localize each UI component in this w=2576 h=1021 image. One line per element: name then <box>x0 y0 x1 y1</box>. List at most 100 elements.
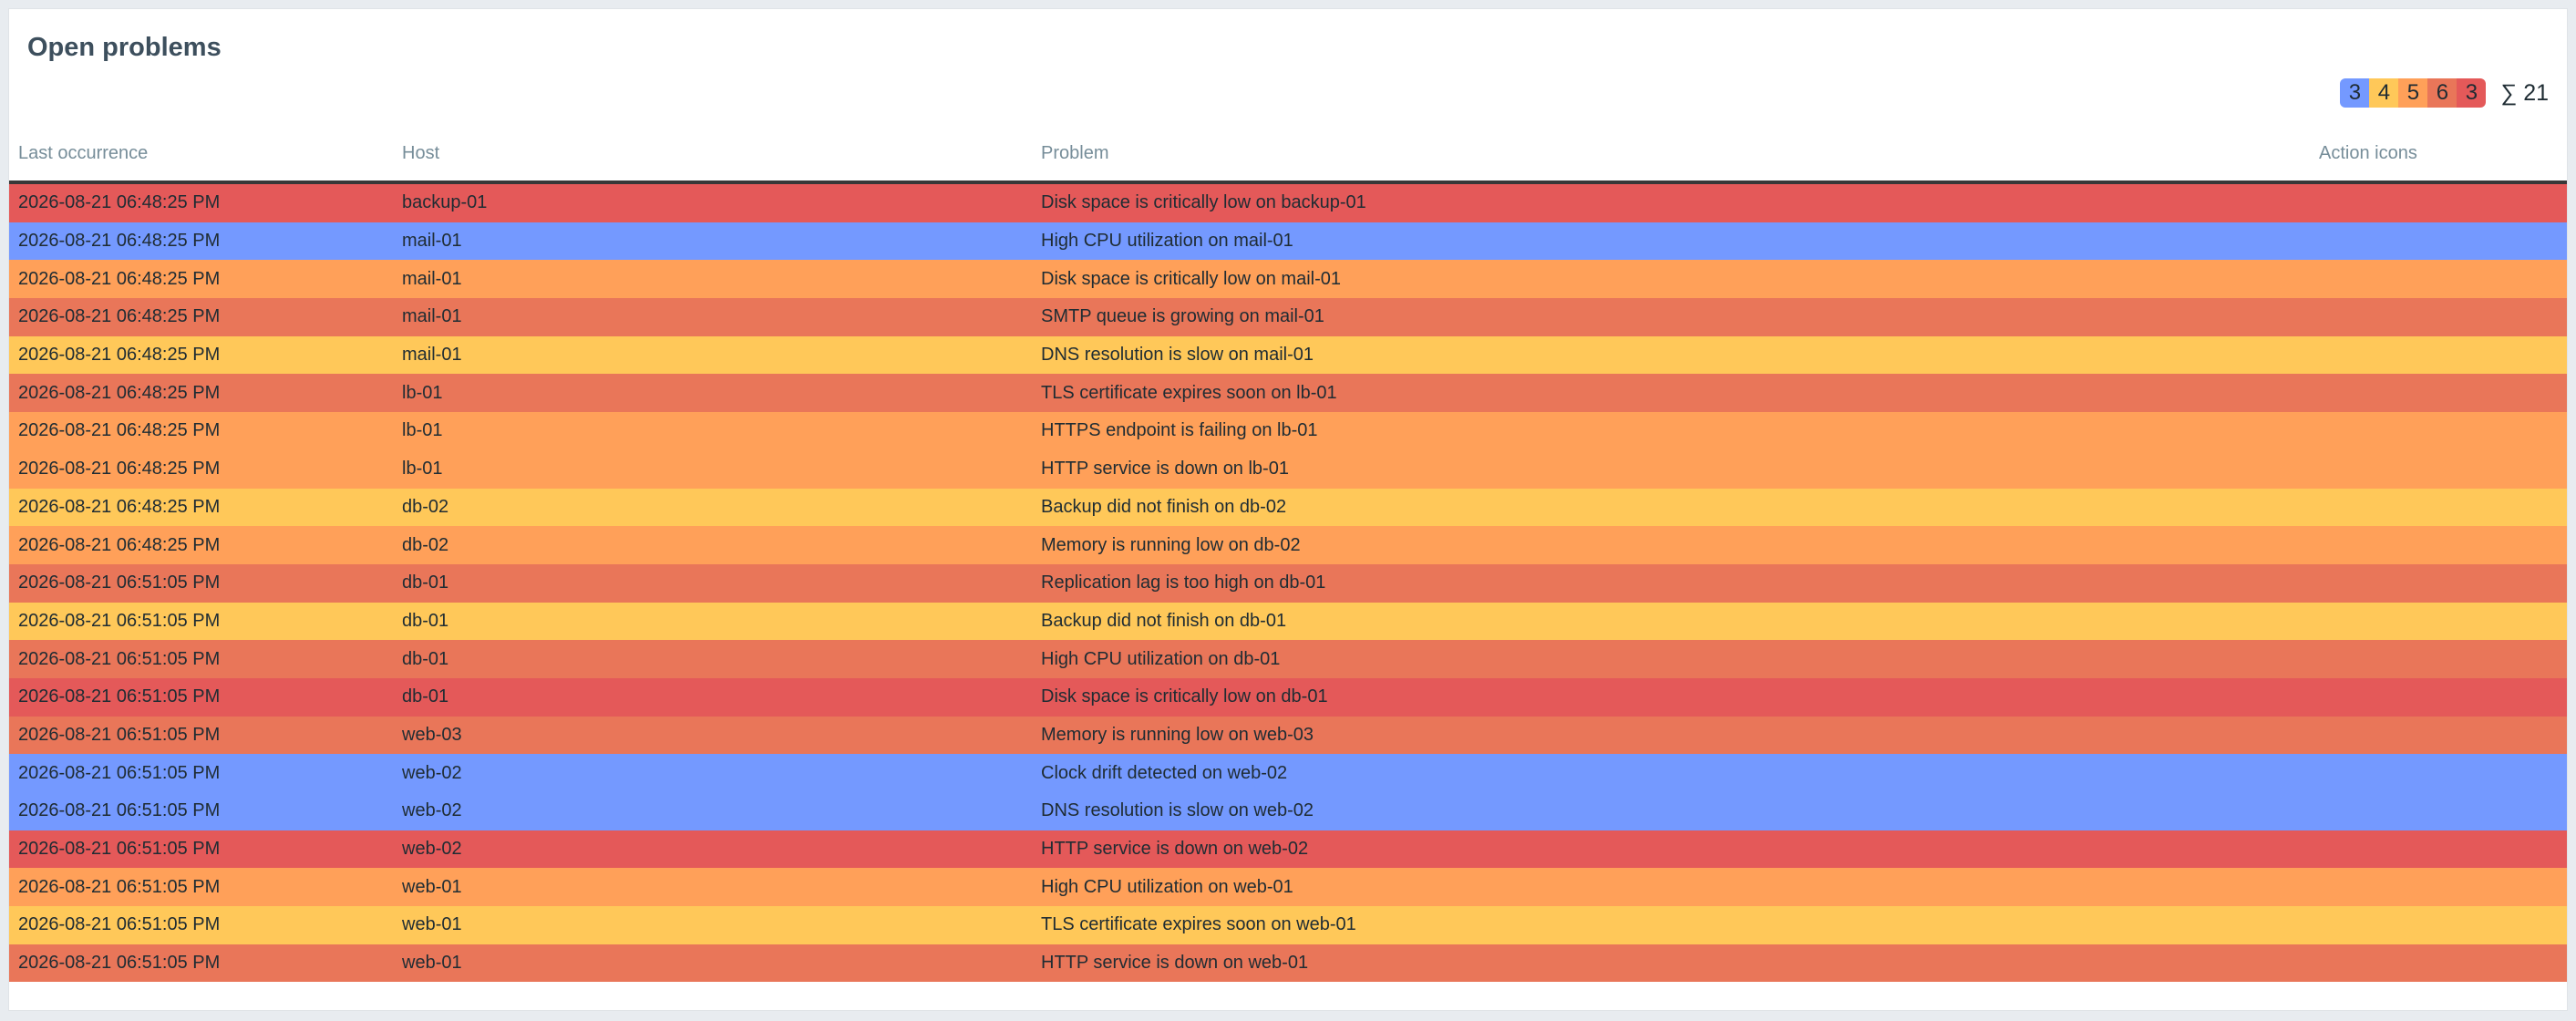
cell-host[interactable]: web-01 <box>393 944 1032 983</box>
table-row[interactable]: 2026-08-21 06:48:25 PM lb-01 HTTP service … <box>9 449 2567 489</box>
cell-action-icons <box>2310 678 2567 717</box>
cell-last-occurrence[interactable]: 2026-08-21 06:51:05 PM <box>9 792 393 830</box>
cell-last-occurrence[interactable]: 2026-08-21 06:48:25 PM <box>9 336 393 375</box>
cell-action-icons <box>2310 336 2567 375</box>
table-row[interactable]: 2026-08-21 06:51:05 PM db-01 High CPU util… <box>9 640 2567 678</box>
table-row[interactable]: 2026-08-21 06:51:05 PM web-02 Clock drift … <box>9 754 2567 792</box>
cell-last-occurrence[interactable]: 2026-08-21 06:48:25 PM <box>9 526 393 564</box>
cell-last-occurrence[interactable]: 2026-08-21 06:48:25 PM <box>9 489 393 527</box>
column-header-last-occurrence[interactable]: Last occurrence <box>9 126 393 184</box>
cell-host[interactable]: db-02 <box>393 489 1032 527</box>
cell-last-occurrence[interactable]: 2026-08-21 06:48:25 PM <box>9 450 393 489</box>
table-row[interactable]: 2026-08-21 06:51:05 PM web-02 HTTP service… <box>9 830 2567 869</box>
table-row[interactable]: 2026-08-21 06:48:25 PM mail-01 High CPU ut… <box>9 222 2567 261</box>
severity-segment[interactable]: 6 <box>2427 78 2458 108</box>
cell-problem[interactable]: Replication lag is too high on db-01 <box>1032 564 2310 603</box>
table-row[interactable]: 2026-08-21 06:51:05 PM db-01 Replication l… <box>9 563 2567 603</box>
widget-title: Open problems <box>27 33 222 62</box>
cell-problem[interactable]: Clock drift detected on web-02 <box>1032 754 2310 792</box>
severity-segment[interactable]: 3 <box>2340 78 2370 108</box>
cell-host[interactable]: mail-01 <box>393 298 1032 336</box>
problems-table: Last occurrence Host Problem Action icon… <box>9 126 2567 983</box>
cell-problem[interactable]: HTTPS endpoint is failing on lb-01 <box>1032 412 2310 450</box>
cell-action-icons <box>2310 182 2567 222</box>
cell-problem[interactable]: HTTP service is down on web-01 <box>1032 944 2310 983</box>
cell-action-icons <box>2310 222 2567 261</box>
cell-host[interactable]: lb-01 <box>393 374 1032 412</box>
cell-problem[interactable]: DNS resolution is slow on mail-01 <box>1032 336 2310 375</box>
table-row[interactable]: 2026-08-21 06:48:25 PM mail-01 Disk space … <box>9 260 2567 299</box>
severity-segment[interactable]: 3 <box>2457 78 2487 108</box>
cell-problem[interactable]: HTTP service is down on web-02 <box>1032 830 2310 869</box>
cell-problem[interactable]: HTTP service is down on lb-01 <box>1032 450 2310 489</box>
cell-host[interactable]: mail-01 <box>393 222 1032 261</box>
cell-host[interactable]: db-01 <box>393 640 1032 678</box>
cell-host[interactable]: db-01 <box>393 603 1032 641</box>
cell-host[interactable]: mail-01 <box>393 336 1032 375</box>
table-row[interactable]: 2026-08-21 06:48:25 PM db-02 Memory is run… <box>9 526 2567 564</box>
cell-last-occurrence[interactable]: 2026-08-21 06:51:05 PM <box>9 603 393 641</box>
cell-problem[interactable]: High CPU utilization on web-01 <box>1032 868 2310 906</box>
cell-last-occurrence[interactable]: 2026-08-21 06:48:25 PM <box>9 222 393 261</box>
cell-host[interactable]: lb-01 <box>393 412 1032 450</box>
cell-last-occurrence[interactable]: 2026-08-21 06:48:25 PM <box>9 260 393 298</box>
cell-last-occurrence[interactable]: 2026-08-21 06:48:25 PM <box>9 374 393 412</box>
cell-problem[interactable]: Disk space is critically low on backup-0… <box>1032 182 2310 222</box>
table-row[interactable]: 2026-08-21 06:51:05 PM db-01 Backup did no… <box>9 602 2567 641</box>
cell-host[interactable]: db-02 <box>393 526 1032 564</box>
cell-host[interactable]: db-01 <box>393 678 1032 717</box>
table-row[interactable]: 2026-08-21 06:51:05 PM web-01 TLS certific… <box>9 906 2567 944</box>
column-header-host[interactable]: Host <box>393 126 1032 184</box>
cell-host[interactable]: web-01 <box>393 906 1032 944</box>
cell-host[interactable]: mail-01 <box>393 260 1032 298</box>
cell-problem[interactable]: Memory is running low on db-02 <box>1032 526 2310 564</box>
table-row[interactable]: 2026-08-21 06:51:05 PM web-02 DNS resoluti… <box>9 792 2567 830</box>
cell-problem[interactable]: High CPU utilization on db-01 <box>1032 640 2310 678</box>
cell-last-occurrence[interactable]: 2026-08-21 06:51:05 PM <box>9 754 393 792</box>
cell-host[interactable]: backup-01 <box>393 182 1032 222</box>
table-row[interactable]: 2026-08-21 06:51:05 PM web-01 HTTP service… <box>9 944 2567 983</box>
table-row[interactable]: 2026-08-21 06:51:05 PM web-01 High CPU uti… <box>9 868 2567 907</box>
table-header-row: Last occurrence Host Problem Action icon… <box>9 126 2567 184</box>
cell-last-occurrence[interactable]: 2026-08-21 06:51:05 PM <box>9 830 393 869</box>
cell-problem[interactable]: Backup did not finish on db-02 <box>1032 489 2310 527</box>
cell-last-occurrence[interactable]: 2026-08-21 06:51:05 PM <box>9 906 393 944</box>
cell-problem[interactable]: Memory is running low on web-03 <box>1032 717 2310 755</box>
cell-host[interactable]: db-01 <box>393 564 1032 603</box>
cell-host[interactable]: web-01 <box>393 868 1032 906</box>
cell-last-occurrence[interactable]: 2026-08-21 06:51:05 PM <box>9 564 393 603</box>
cell-last-occurrence[interactable]: 2026-08-21 06:51:05 PM <box>9 868 393 906</box>
cell-problem[interactable]: Backup did not finish on db-01 <box>1032 603 2310 641</box>
table-row[interactable]: 2026-08-21 06:51:05 PM db-01 Disk space is… <box>9 677 2567 717</box>
table-row[interactable]: 2026-08-21 06:48:25 PM db-02 Backup did no… <box>9 488 2567 527</box>
table-row[interactable]: 2026-08-21 06:48:25 PM mail-01 DNS resolut… <box>9 335 2567 375</box>
severity-segment[interactable]: 5 <box>2398 78 2428 108</box>
cell-last-occurrence[interactable]: 2026-08-21 06:48:25 PM <box>9 298 393 336</box>
table-row[interactable]: 2026-08-21 06:48:25 PM backup-01 Disk spac… <box>9 182 2567 222</box>
table-row[interactable]: 2026-08-21 06:48:25 PM lb-01 HTTPS endpoin… <box>9 412 2567 450</box>
cell-problem[interactable]: High CPU utilization on mail-01 <box>1032 222 2310 261</box>
cell-last-occurrence[interactable]: 2026-08-21 06:48:25 PM <box>9 182 393 222</box>
cell-last-occurrence[interactable]: 2026-08-21 06:51:05 PM <box>9 640 393 678</box>
cell-problem[interactable]: TLS certificate expires soon on lb-01 <box>1032 374 2310 412</box>
column-header-problem[interactable]: Problem <box>1032 126 2310 184</box>
cell-host[interactable]: lb-01 <box>393 450 1032 489</box>
cell-problem[interactable]: TLS certificate expires soon on web-01 <box>1032 906 2310 944</box>
table-row[interactable]: 2026-08-21 06:48:25 PM lb-01 TLS certifica… <box>9 374 2567 413</box>
cell-last-occurrence[interactable]: 2026-08-21 06:51:05 PM <box>9 717 393 755</box>
cell-problem[interactable]: SMTP queue is growing on mail-01 <box>1032 298 2310 336</box>
cell-action-icons <box>2310 754 2567 792</box>
cell-problem[interactable]: Disk space is critically low on db-01 <box>1032 678 2310 717</box>
cell-last-occurrence[interactable]: 2026-08-21 06:48:25 PM <box>9 412 393 450</box>
cell-host[interactable]: web-02 <box>393 754 1032 792</box>
cell-host[interactable]: web-02 <box>393 792 1032 830</box>
cell-host[interactable]: web-03 <box>393 717 1032 755</box>
table-row[interactable]: 2026-08-21 06:48:25 PM mail-01 SMTP queue … <box>9 298 2567 336</box>
cell-problem[interactable]: Disk space is critically low on mail-01 <box>1032 260 2310 298</box>
table-row[interactable]: 2026-08-21 06:51:05 PM web-03 Memory is ru… <box>9 716 2567 755</box>
cell-last-occurrence[interactable]: 2026-08-21 06:51:05 PM <box>9 678 393 717</box>
severity-segment[interactable]: 4 <box>2369 78 2399 108</box>
cell-last-occurrence[interactable]: 2026-08-21 06:51:05 PM <box>9 944 393 983</box>
cell-problem[interactable]: DNS resolution is slow on web-02 <box>1032 792 2310 830</box>
cell-host[interactable]: web-02 <box>393 830 1032 869</box>
